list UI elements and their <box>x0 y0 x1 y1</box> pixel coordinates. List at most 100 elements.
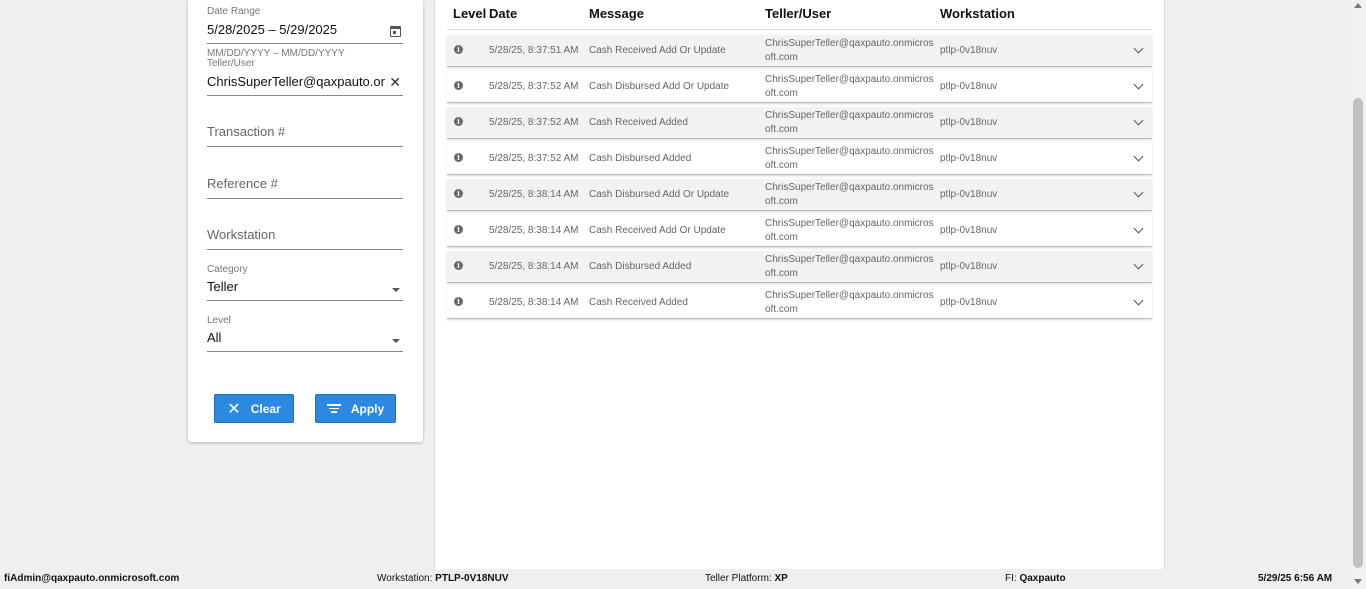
date-range-field[interactable]: Date Range 5/28/2025 – 5/29/2025 <box>207 6 403 44</box>
info-icon: i <box>454 153 463 162</box>
table-header: Level Date Message Teller/User Workstati… <box>447 0 1152 30</box>
chevron-down-icon[interactable] <box>1133 151 1144 162</box>
reference-field[interactable]: Reference # <box>207 176 403 199</box>
info-icon: i <box>454 189 463 198</box>
info-icon: i <box>454 297 463 306</box>
results-panel: Level Date Message Teller/User Workstati… <box>434 0 1165 569</box>
status-workstation: Workstation: PTLP-0V18NUV <box>377 573 509 584</box>
date-range-value[interactable]: 5/28/2025 – 5/29/2025 <box>207 21 403 39</box>
info-icon: i <box>454 225 463 234</box>
info-icon: i <box>454 81 463 90</box>
clear-button[interactable]: ✕ Clear <box>214 394 294 423</box>
row-workstation: ptlp-0v18nuv <box>940 45 998 56</box>
row-date: 5/28/25, 8:37:52 AM <box>489 81 579 92</box>
chevron-down-icon[interactable] <box>1133 79 1144 90</box>
info-icon: i <box>454 261 463 270</box>
row-message: Cash Disbursed Added <box>589 153 692 164</box>
row-date: 5/28/25, 8:38:14 AM <box>489 189 579 200</box>
teller-user-field[interactable]: Teller/User ChrisSuperTeller@qaxpauto.on… <box>207 58 403 96</box>
reference-placeholder: Reference # <box>207 176 278 191</box>
apply-button[interactable]: Apply <box>315 394 396 423</box>
row-date: 5/28/25, 8:37:52 AM <box>489 117 579 128</box>
row-message: Cash Received Added <box>589 297 688 308</box>
col-date[interactable]: Date <box>489 6 517 21</box>
status-datetime: 5/29/25 6:56 AM <box>1258 573 1333 584</box>
col-user[interactable]: Teller/User <box>765 6 831 21</box>
table-row[interactable]: i 5/28/25, 8:38:14 AM Cash Received Add Or… <box>447 215 1152 247</box>
apply-button-label: Apply <box>350 401 385 416</box>
status-platform: Teller Platform: XP <box>705 573 788 584</box>
row-message: Cash Received Add Or Update <box>589 225 726 236</box>
workstation-placeholder: Workstation <box>207 227 276 242</box>
row-message: Cash Received Add Or Update <box>589 45 726 56</box>
table-row[interactable]: i 5/28/25, 8:38:14 AM Cash Received Added C… <box>447 287 1152 319</box>
chevron-down-icon[interactable] <box>1133 187 1144 198</box>
filter-panel: Date Range 5/28/2025 – 5/29/2025 MM/DD/Y… <box>188 0 423 442</box>
workstation-field[interactable]: Workstation <box>207 227 403 250</box>
row-message: Cash Disbursed Add Or Update <box>589 81 730 92</box>
table-row[interactable]: i 5/28/25, 8:37:51 AM Cash Received Add Or… <box>447 35 1152 67</box>
table-row[interactable]: i 5/28/25, 8:38:14 AM Cash Disbursed Add O… <box>447 179 1152 211</box>
row-workstation: ptlp-0v18nuv <box>940 153 998 164</box>
row-workstation: ptlp-0v18nuv <box>940 81 998 92</box>
scroll-down-icon[interactable] <box>1354 579 1362 584</box>
row-message: Cash Received Added <box>589 117 688 128</box>
date-range-label: Date Range <box>207 6 261 17</box>
scroll-up-icon[interactable] <box>1354 3 1362 8</box>
level-select[interactable]: Level All <box>207 315 403 352</box>
status-user: fiAdmin@qaxpauto.onmicrosoft.com <box>4 573 180 584</box>
teller-user-value[interactable]: ChrisSuperTeller@qaxpauto.on <box>207 73 385 91</box>
row-date: 5/28/25, 8:38:14 AM <box>489 297 579 308</box>
table-row[interactable]: i 5/28/25, 8:38:14 AM Cash Disbursed Added… <box>447 251 1152 283</box>
chevron-down-icon[interactable] <box>1133 115 1144 126</box>
chevron-down-icon[interactable] <box>1133 295 1144 306</box>
chevron-down-icon[interactable] <box>1133 223 1144 234</box>
clear-user-icon[interactable]: ✕ <box>389 73 401 91</box>
dropdown-arrow-icon <box>392 288 400 292</box>
row-user: ChrisSuperTeller@qaxpauto.onmicrosoft.co… <box>765 182 934 207</box>
table-row[interactable]: i 5/28/25, 8:37:52 AM Cash Disbursed Added… <box>447 143 1152 175</box>
row-message: Cash Disbursed Add Or Update <box>589 189 730 200</box>
level-value: All <box>207 330 222 345</box>
transaction-placeholder: Transaction # <box>207 124 286 139</box>
scroll-thumb[interactable] <box>1353 98 1363 568</box>
info-icon: i <box>454 45 463 54</box>
table-row[interactable]: i 5/28/25, 8:37:52 AM Cash Disbursed Add O… <box>447 71 1152 103</box>
status-fi: FI: Qaxpauto <box>1005 573 1066 584</box>
dropdown-arrow-icon <box>392 339 400 343</box>
category-select[interactable]: Category Teller <box>207 264 403 301</box>
status-bar: fiAdmin@qaxpauto.onmicrosoft.com Worksta… <box>0 569 1351 589</box>
row-date: 5/28/25, 8:37:51 AM <box>489 45 579 56</box>
chevron-down-icon[interactable] <box>1133 259 1144 270</box>
info-icon: i <box>454 117 463 126</box>
row-workstation: ptlp-0v18nuv <box>940 225 998 236</box>
category-label: Category <box>207 264 248 275</box>
row-date: 5/28/25, 8:38:14 AM <box>489 225 579 236</box>
clear-button-label: Clear <box>250 401 281 416</box>
table-row[interactable]: i 5/28/25, 8:37:52 AM Cash Received Added C… <box>447 107 1152 139</box>
transaction-field[interactable]: Transaction # <box>207 124 403 147</box>
filter-icon <box>326 402 341 415</box>
col-level[interactable]: Level <box>453 6 486 21</box>
row-date: 5/28/25, 8:38:14 AM <box>489 261 579 272</box>
row-workstation: ptlp-0v18nuv <box>940 297 998 308</box>
row-user: ChrisSuperTeller@qaxpauto.onmicrosoft.co… <box>765 290 934 315</box>
row-user: ChrisSuperTeller@qaxpauto.onmicrosoft.co… <box>765 218 934 243</box>
row-message: Cash Disbursed Added <box>589 261 692 272</box>
page-scrollbar[interactable] <box>1351 0 1366 589</box>
calendar-icon[interactable] <box>390 26 401 37</box>
close-icon: ✕ <box>227 400 241 418</box>
row-workstation: ptlp-0v18nuv <box>940 117 998 128</box>
category-value: Teller <box>207 279 239 294</box>
row-date: 5/28/25, 8:37:52 AM <box>489 153 579 164</box>
col-message[interactable]: Message <box>589 6 644 21</box>
row-workstation: ptlp-0v18nuv <box>940 189 998 200</box>
level-label: Level <box>207 315 231 326</box>
row-user: ChrisSuperTeller@qaxpauto.onmicrosoft.co… <box>765 110 934 135</box>
row-user: ChrisSuperTeller@qaxpauto.onmicrosoft.co… <box>765 254 934 279</box>
teller-user-label: Teller/User <box>207 58 255 69</box>
row-user: ChrisSuperTeller@qaxpauto.onmicrosoft.co… <box>765 146 934 171</box>
col-workstation[interactable]: Workstation <box>940 6 1015 21</box>
chevron-down-icon[interactable] <box>1133 43 1144 54</box>
row-user: ChrisSuperTeller@qaxpauto.onmicrosoft.co… <box>765 38 934 63</box>
